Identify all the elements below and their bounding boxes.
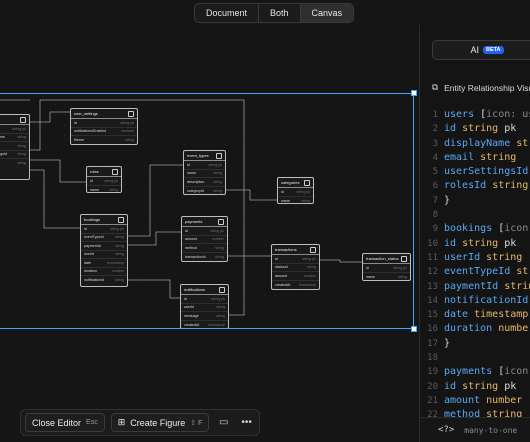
code-text: userSettingsId string	[444, 166, 529, 178]
code-text: paymentId string	[444, 280, 530, 292]
code-line[interactable]: 1 users [icon: user, color: blue] {	[420, 108, 530, 122]
shortcut-hint: Esc	[86, 419, 98, 426]
code-editor-panel: AI BETA ⧉ Entity Relationship Visualizat…	[420, 25, 530, 442]
diagram-canvas[interactable]: Document Both Canvas string pk me string…	[0, 0, 419, 442]
code-text: email string	[444, 151, 517, 163]
ai-tab[interactable]: AI BETA	[432, 40, 530, 60]
code-text: bookings [icon: calendar] {	[444, 223, 530, 235]
code-line[interactable]: 7}	[420, 194, 530, 208]
ai-label: AI	[470, 45, 479, 55]
line-number: 5	[432, 167, 438, 178]
code-line[interactable]: 2 id string pk	[420, 122, 530, 136]
create-figure-label: Create Figure	[130, 417, 186, 428]
relation-hint: many-to-one	[464, 425, 518, 435]
code-text: date timestamp	[444, 309, 529, 321]
code-lines[interactable]: 1 users [icon: user, color: blue] { 2 id s…	[420, 108, 530, 423]
comment-icon[interactable]: ▭	[215, 414, 232, 432]
code-line[interactable]: 17}	[420, 337, 530, 351]
code-line[interactable]: 13 paymentId string	[420, 280, 530, 294]
code-text: eventTypeId string	[444, 266, 530, 278]
close-editor-button[interactable]: Close Editor Esc	[25, 413, 105, 432]
code-line[interactable]: 20 id string pk	[420, 380, 530, 394]
close-editor-label: Close Editor	[32, 417, 82, 428]
line-number: 15	[427, 310, 438, 321]
resize-handle[interactable]	[411, 90, 417, 96]
code-line[interactable]: 19 payments [icon: credit-card] {	[420, 365, 530, 379]
line-number: 7	[432, 195, 438, 206]
shortcut-hint: ⇧ F	[190, 419, 203, 427]
canvas-action-bar: Close Editor Esc ⊞ Create Figure ⇧ F ▭ •…	[20, 409, 260, 436]
code-line[interactable]: 12 eventTypeId string	[420, 265, 530, 279]
code-line[interactable]: 15 date timestamp	[420, 308, 530, 322]
code-text: payments [icon: credit-card] {	[444, 366, 530, 378]
add-figure-icon: ⊞	[117, 417, 126, 427]
line-number: 10	[427, 238, 438, 249]
code-icon[interactable]: <?>	[438, 425, 454, 435]
diagram-type-label: Entity Relationship Visualization	[444, 82, 530, 93]
code-text: duration number	[444, 323, 530, 335]
code-text: amount number	[444, 394, 523, 406]
code-text: notificationId string	[444, 294, 529, 306]
code-line[interactable]: 10 id string pk	[420, 237, 530, 251]
line-number: 8	[432, 210, 438, 221]
code-text: rolesId string	[444, 180, 529, 192]
code-line[interactable]: 3 displayName string	[420, 137, 530, 151]
code-line[interactable]: 5 userSettingsId string	[420, 165, 530, 179]
line-number: 12	[427, 267, 438, 278]
code-text: displayName string	[444, 137, 530, 149]
code-text: id string pk	[444, 380, 517, 392]
line-number: 21	[427, 395, 438, 406]
line-number: 2	[432, 124, 438, 135]
entity-relationship-icon: ⧉	[432, 82, 439, 92]
selection-frame[interactable]	[0, 90, 417, 332]
line-number: 13	[427, 281, 438, 292]
resize-handle[interactable]	[411, 326, 417, 332]
line-number: 18	[427, 353, 438, 364]
code-line[interactable]: 18	[420, 351, 530, 365]
line-number: 3	[432, 138, 438, 149]
line-number: 6	[432, 181, 438, 192]
line-number: 11	[427, 252, 438, 263]
code-line[interactable]: 16 duration number	[420, 322, 530, 336]
code-line[interactable]: 4 email string	[420, 151, 530, 165]
code-line[interactable]: 9 bookings [icon: calendar] {	[420, 222, 530, 236]
line-number: 19	[427, 367, 438, 378]
line-number: 9	[432, 224, 438, 235]
beta-badge: BETA	[482, 46, 504, 54]
code-line[interactable]: 8	[420, 208, 530, 222]
code-line[interactable]: 21 amount number	[420, 394, 530, 408]
line-number: 1	[432, 110, 438, 120]
code-text: }	[444, 194, 451, 206]
line-number: 14	[427, 295, 438, 306]
diagram-type-header: ⧉ Entity Relationship Visualization	[432, 82, 530, 93]
code-text: }	[444, 337, 451, 349]
editor-footer: <?> many-to-one	[420, 417, 530, 442]
code-text: id string pk	[444, 123, 517, 135]
line-number: 16	[427, 324, 438, 335]
code-text: id string pk	[444, 237, 517, 249]
code-text: users [icon: user, color: blue] {	[444, 109, 530, 120]
code-text: userId string	[444, 251, 523, 263]
more-options-icon[interactable]: •••	[238, 414, 255, 432]
line-number: 4	[432, 152, 438, 163]
code-line[interactable]: 6 rolesId string	[420, 179, 530, 193]
create-figure-button[interactable]: ⊞ Create Figure ⇧ F	[110, 413, 210, 432]
code-line[interactable]: 14 notificationId string	[420, 294, 530, 308]
code-line[interactable]: 11 userId string	[420, 251, 530, 265]
line-number: 20	[427, 381, 438, 392]
line-number: 17	[427, 338, 438, 349]
